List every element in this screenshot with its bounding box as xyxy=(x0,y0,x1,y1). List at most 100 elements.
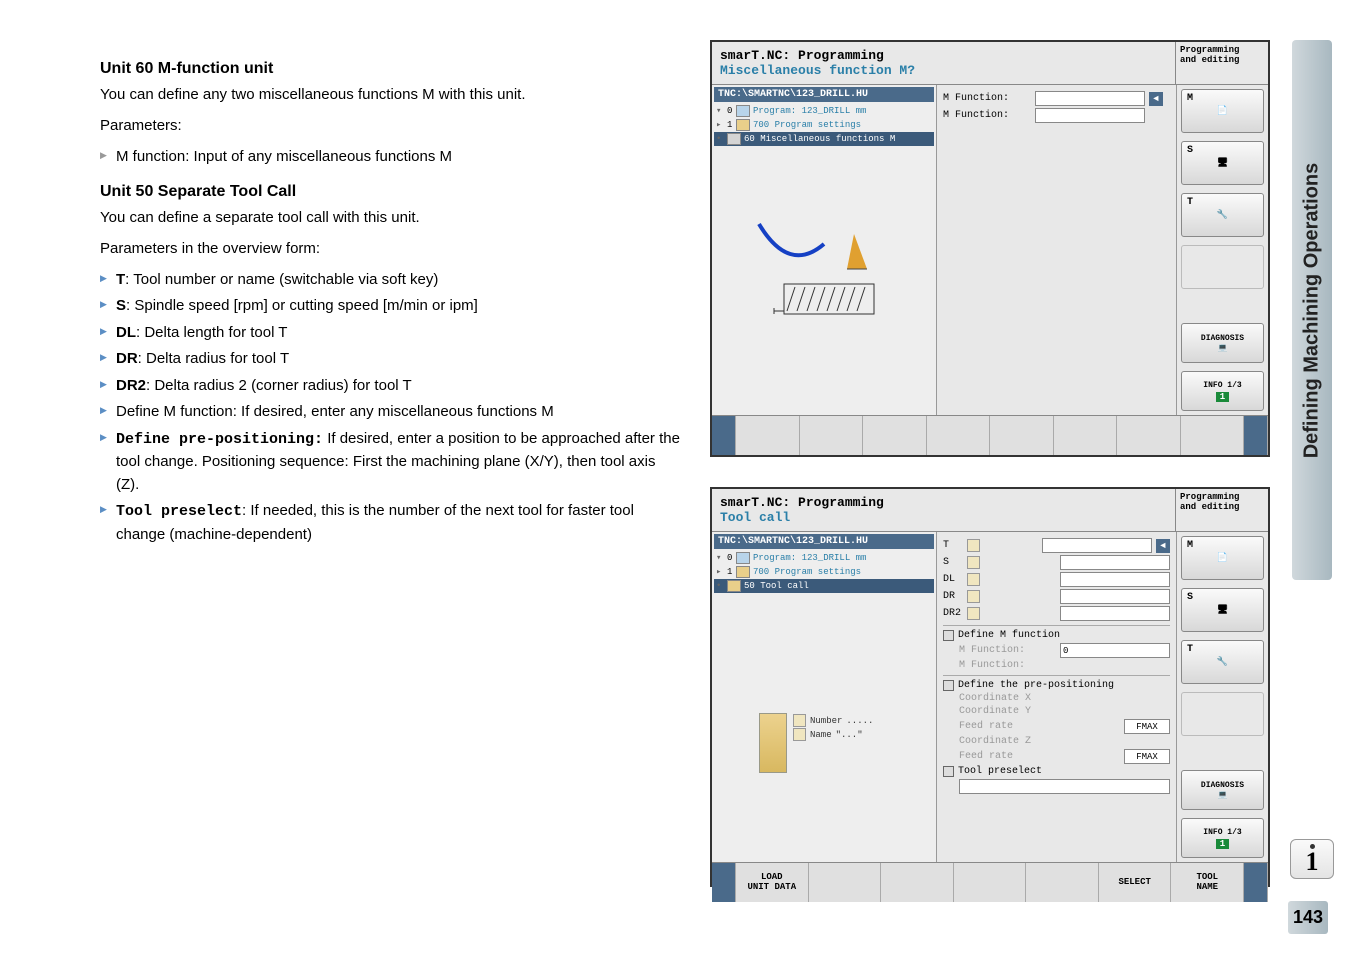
ss1-title: smarT.NC: Programming Miscellaneous func… xyxy=(712,42,1176,84)
side-t-button[interactable]: T🔧 xyxy=(1181,640,1264,684)
toolpre-label: Tool preselect xyxy=(958,766,1042,777)
dr-label: DR xyxy=(943,591,963,602)
t-icon: 🔧 xyxy=(1217,210,1228,220)
mfun1-label: M Function: xyxy=(959,645,1047,656)
fmax-box: FMAX xyxy=(1124,749,1170,764)
mfunction-label: M Function: xyxy=(943,110,1031,121)
mfun2-label: M Function: xyxy=(959,660,1047,671)
ss1-softkeys xyxy=(712,415,1268,455)
toolpre-input[interactable] xyxy=(959,779,1170,794)
softkey[interactable] xyxy=(1181,416,1245,455)
misc-icon xyxy=(727,133,741,145)
ss1-tree: TNC:\SMARTNC\123_DRILL.HU ▾0Program: 123… xyxy=(712,85,937,415)
tree-item-selected[interactable]: •50 Tool call xyxy=(714,579,934,593)
param-t: T: Tool number or name (switchable via s… xyxy=(100,269,680,292)
coordx-label: Coordinate X xyxy=(959,693,1047,704)
dl-input[interactable] xyxy=(1060,572,1170,587)
softkey[interactable] xyxy=(1026,863,1099,902)
softkey-nav[interactable] xyxy=(712,416,736,455)
toolpre-checkbox[interactable] xyxy=(943,766,954,777)
side-m-button[interactable]: M📄 xyxy=(1181,89,1264,133)
ss1-sidebar: M📄 S🖥 T🔧 DIAGNOSIS💻 INFO 1/31 xyxy=(1176,85,1268,415)
s-icon xyxy=(967,556,980,569)
softkey-nav[interactable] xyxy=(712,863,736,902)
ss2-mode: Programmingand editing xyxy=(1176,489,1268,531)
ss2-sidebar: M📄 S🖥 T🔧 DIAGNOSIS💻 INFO 1/31 xyxy=(1176,532,1268,862)
coordy-label: Coordinate Y xyxy=(959,706,1047,717)
dr2-icon xyxy=(967,607,980,620)
side-info-button[interactable]: INFO 1/31 xyxy=(1181,818,1264,858)
softkey-nav[interactable] xyxy=(1244,863,1268,902)
ss2-tool-preview: Number..... Name"..." xyxy=(759,713,889,773)
softkey[interactable] xyxy=(863,416,927,455)
tool-image-icon xyxy=(759,713,787,773)
param-dr2: DR2: Delta radius 2 (corner radius) for … xyxy=(100,375,680,398)
mfun1-input[interactable]: 0 xyxy=(1060,643,1170,658)
unit50-text: You can define a separate tool call with… xyxy=(100,207,680,228)
side-m-button[interactable]: M📄 xyxy=(1181,536,1264,580)
softkey[interactable] xyxy=(990,416,1054,455)
tree-item[interactable]: ▸1700 Program settings xyxy=(714,565,934,579)
param-s: S: Spindle speed [rpm] or cutting speed … xyxy=(100,295,680,318)
diag-icon: 💻 xyxy=(1218,790,1228,800)
tree-item[interactable]: ▾0Program: 123_DRILL mm xyxy=(714,104,934,118)
settings-icon xyxy=(736,566,750,578)
goto-arrow-icon[interactable]: ◄ xyxy=(1149,92,1163,106)
softkey[interactable] xyxy=(927,416,991,455)
side-diagnosis-button[interactable]: DIAGNOSIS💻 xyxy=(1181,323,1264,363)
dr2-label: DR2 xyxy=(943,608,963,619)
s-icon: 🖥 xyxy=(1217,605,1228,615)
tree-item-selected[interactable]: •60 Miscellaneous functions M xyxy=(714,132,934,146)
define-pre-label: Define the pre-positioning xyxy=(958,680,1114,691)
ss1-tree-header: TNC:\SMARTNC\123_DRILL.HU xyxy=(714,87,934,102)
program-icon xyxy=(736,552,750,564)
side-s-button[interactable]: S🖥 xyxy=(1181,141,1264,185)
unit60-text: You can define any two miscellaneous fun… xyxy=(100,84,680,105)
side-t-button[interactable]: T🔧 xyxy=(1181,193,1264,237)
dl-icon xyxy=(967,573,980,586)
dl-label: DL xyxy=(943,574,963,585)
define-m-checkbox[interactable] xyxy=(943,630,954,641)
dr-icon xyxy=(967,590,980,603)
softkey-load-unit[interactable]: LOAD UNIT DATA xyxy=(736,863,809,902)
name-icon xyxy=(793,728,806,741)
side-info-button[interactable]: INFO 1/31 xyxy=(1181,371,1264,411)
softkey[interactable] xyxy=(736,416,800,455)
ss2-form: T◄ S DL DR DR2 Define M function M Funct… xyxy=(937,532,1176,862)
mfunction-input[interactable] xyxy=(1035,108,1145,123)
softkey-select[interactable]: SELECT xyxy=(1099,863,1172,902)
unit60-bullet: M function: Input of any miscellaneous f… xyxy=(100,146,680,169)
define-pre-checkbox[interactable] xyxy=(943,680,954,691)
ss2-softkeys: LOAD UNIT DATA SELECT TOOL NAME xyxy=(712,862,1268,902)
ss2-tree-header: TNC:\SMARTNC\123_DRILL.HU xyxy=(714,534,934,549)
softkey[interactable] xyxy=(800,416,864,455)
mfunction-input[interactable] xyxy=(1035,91,1145,106)
ss1-form: M Function: ◄ M Function: xyxy=(937,85,1176,415)
side-s-button[interactable]: S🖥 xyxy=(1181,588,1264,632)
tree-item[interactable]: ▸1700 Program settings xyxy=(714,118,934,132)
softkey[interactable] xyxy=(1117,416,1181,455)
feed2-label: Feed rate xyxy=(959,751,1047,762)
softkey[interactable] xyxy=(809,863,882,902)
ss2-title: smarT.NC: Programming Tool call xyxy=(712,489,1176,531)
m-icon: 📄 xyxy=(1217,106,1228,116)
s-input[interactable] xyxy=(1060,555,1170,570)
dr2-input[interactable] xyxy=(1060,606,1170,621)
unit60-params-label: Parameters: xyxy=(100,115,680,136)
t-icon: 🔧 xyxy=(1217,657,1228,667)
softkey-nav[interactable] xyxy=(1244,416,1268,455)
dr-input[interactable] xyxy=(1060,589,1170,604)
goto-arrow-icon[interactable]: ◄ xyxy=(1156,539,1170,553)
screenshot-misc-function: smarT.NC: Programming Miscellaneous func… xyxy=(710,40,1270,457)
t-label: T xyxy=(943,540,963,551)
param-define-pre: Define pre-positioning: If desired, ente… xyxy=(100,428,680,497)
mfunction-label: M Function: xyxy=(943,93,1031,104)
page-number: 143 xyxy=(1288,901,1328,934)
side-diagnosis-button[interactable]: DIAGNOSIS💻 xyxy=(1181,770,1264,810)
softkey[interactable] xyxy=(954,863,1027,902)
t-input[interactable] xyxy=(1042,538,1152,553)
softkey-tool-name[interactable]: TOOL NAME xyxy=(1171,863,1244,902)
tree-item[interactable]: ▾0Program: 123_DRILL mm xyxy=(714,551,934,565)
softkey[interactable] xyxy=(881,863,954,902)
softkey[interactable] xyxy=(1054,416,1118,455)
